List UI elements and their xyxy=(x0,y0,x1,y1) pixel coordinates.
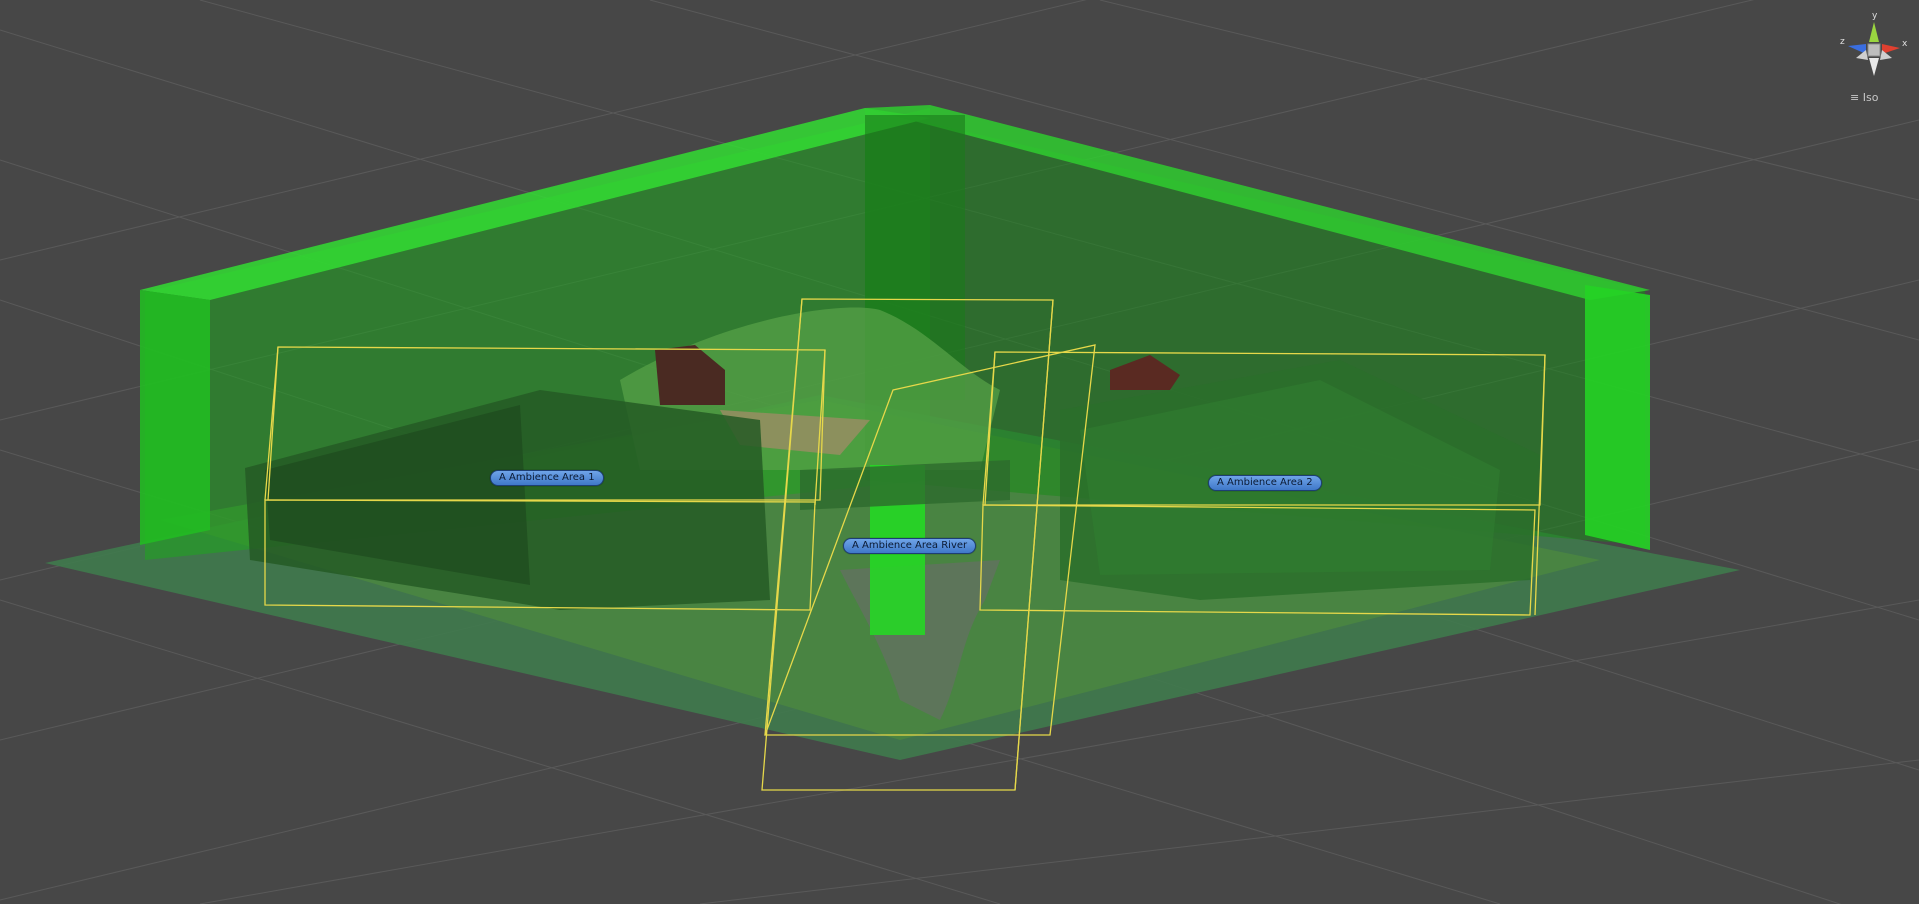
gizmo-y-cone-icon[interactable] xyxy=(1869,22,1879,42)
ambience-area-2-label[interactable]: A Ambience Area 2 xyxy=(1208,475,1322,491)
scene-viewport[interactable] xyxy=(0,0,1919,904)
gizmo-x-label: x xyxy=(1902,39,1908,49)
projection-toggle[interactable]: ≡ Iso xyxy=(1850,91,1878,104)
volume-right-edge xyxy=(1585,285,1650,550)
ambience-area-1-label[interactable]: A Ambience Area 1 xyxy=(490,470,604,486)
volume-left-edge xyxy=(140,290,210,545)
menu-lines-icon: ≡ xyxy=(1850,91,1860,104)
gizmo-y-label: y xyxy=(1872,11,1878,21)
gizmo-neg-y-cone-icon[interactable] xyxy=(1869,58,1879,76)
gizmo-center-cube-icon[interactable] xyxy=(1867,43,1881,57)
ambience-area-river-label[interactable]: A Ambience Area River xyxy=(843,538,977,554)
projection-label: Iso xyxy=(1862,91,1879,104)
gizmo-z-label: z xyxy=(1840,37,1845,47)
